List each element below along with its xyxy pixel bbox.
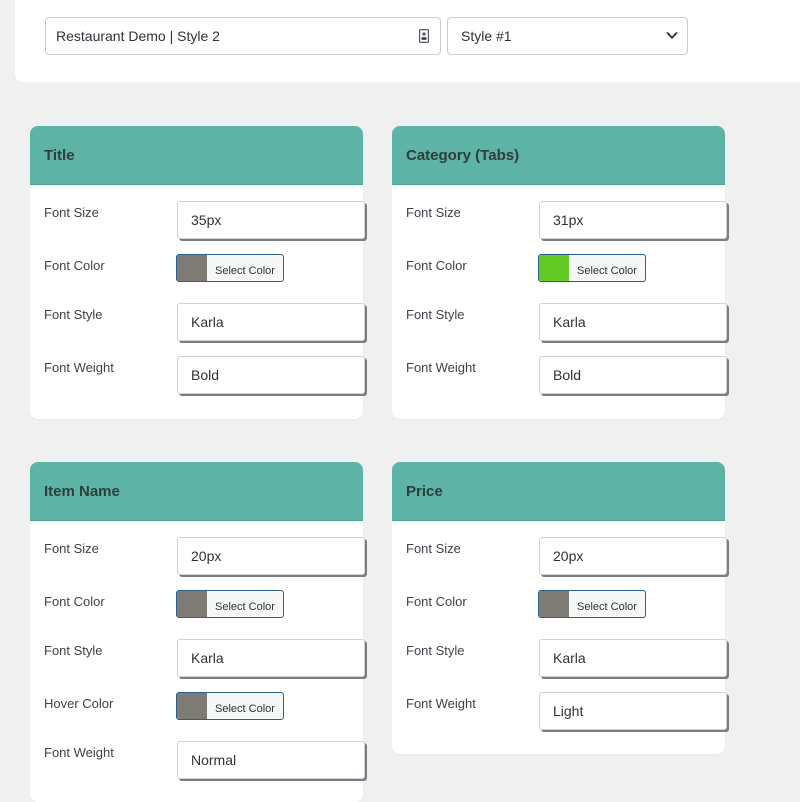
card-heading: Price [392, 462, 725, 521]
font-style-input[interactable]: Karla [177, 639, 365, 677]
select-color-label: Select Color [577, 265, 637, 277]
font-weight-input[interactable]: Normal [177, 741, 365, 779]
font-size-label: Font Size [406, 205, 461, 220]
color-swatch [177, 693, 207, 719]
title-settings-card: Title Font Size 35px Font Color Select C… [30, 126, 365, 419]
color-swatch [539, 591, 569, 617]
price-settings-card: Price Font Size 20px Font Color Select C… [392, 462, 727, 754]
chevron-down-icon [666, 31, 678, 40]
font-style-label: Font Style [44, 307, 103, 322]
font-style-input[interactable]: Karla [539, 303, 727, 341]
font-size-label: Font Size [44, 541, 99, 556]
style-name-input[interactable] [45, 17, 441, 55]
font-color-label: Font Color [44, 258, 105, 273]
style-select[interactable]: Style #1 [447, 17, 688, 55]
font-style-label: Font Style [44, 643, 103, 658]
hover-color-label: Hover Color [44, 696, 114, 711]
font-color-picker[interactable]: Select Color [176, 590, 284, 618]
font-color-label: Font Color [406, 258, 467, 273]
color-swatch [177, 255, 207, 281]
font-weight-label: Font Weight [44, 745, 114, 760]
font-color-picker[interactable]: Select Color [176, 254, 284, 282]
font-style-input[interactable]: Karla [177, 303, 365, 341]
category-settings-card: Category (Tabs) Font Size 31px Font Colo… [392, 126, 727, 419]
card-heading: Category (Tabs) [392, 126, 725, 185]
font-weight-label: Font Weight [406, 360, 476, 375]
card-heading: Title [30, 126, 363, 185]
font-size-label: Font Size [44, 205, 99, 220]
font-size-input[interactable]: 31px [539, 201, 727, 239]
font-color-label: Font Color [44, 594, 105, 609]
font-style-input[interactable]: Karla [539, 639, 727, 677]
font-weight-input[interactable]: Light [539, 692, 727, 730]
select-color-label: Select Color [215, 265, 275, 277]
select-color-label: Select Color [215, 703, 275, 715]
color-swatch [539, 255, 569, 281]
font-style-label: Font Style [406, 643, 465, 658]
font-weight-label: Font Weight [406, 696, 476, 711]
font-weight-label: Font Weight [44, 360, 114, 375]
hover-color-picker[interactable]: Select Color [176, 692, 284, 720]
item-name-settings-card: Item Name Font Size 20px Font Color Sele… [30, 462, 365, 802]
font-weight-input[interactable]: Bold [177, 356, 365, 394]
font-style-label: Font Style [406, 307, 465, 322]
contact-card-icon[interactable] [419, 29, 429, 43]
font-size-input[interactable]: 35px [177, 201, 365, 239]
select-color-label: Select Color [215, 601, 275, 613]
card-heading: Item Name [30, 462, 363, 521]
font-color-picker[interactable]: Select Color [538, 254, 646, 282]
font-weight-input[interactable]: Bold [539, 356, 727, 394]
font-size-input[interactable]: 20px [539, 537, 727, 575]
font-color-picker[interactable]: Select Color [538, 590, 646, 618]
font-size-label: Font Size [406, 541, 461, 556]
select-color-label: Select Color [577, 601, 637, 613]
font-size-input[interactable]: 20px [177, 537, 365, 575]
style-select-value: Style #1 [461, 28, 512, 44]
font-color-label: Font Color [406, 594, 467, 609]
color-swatch [177, 591, 207, 617]
